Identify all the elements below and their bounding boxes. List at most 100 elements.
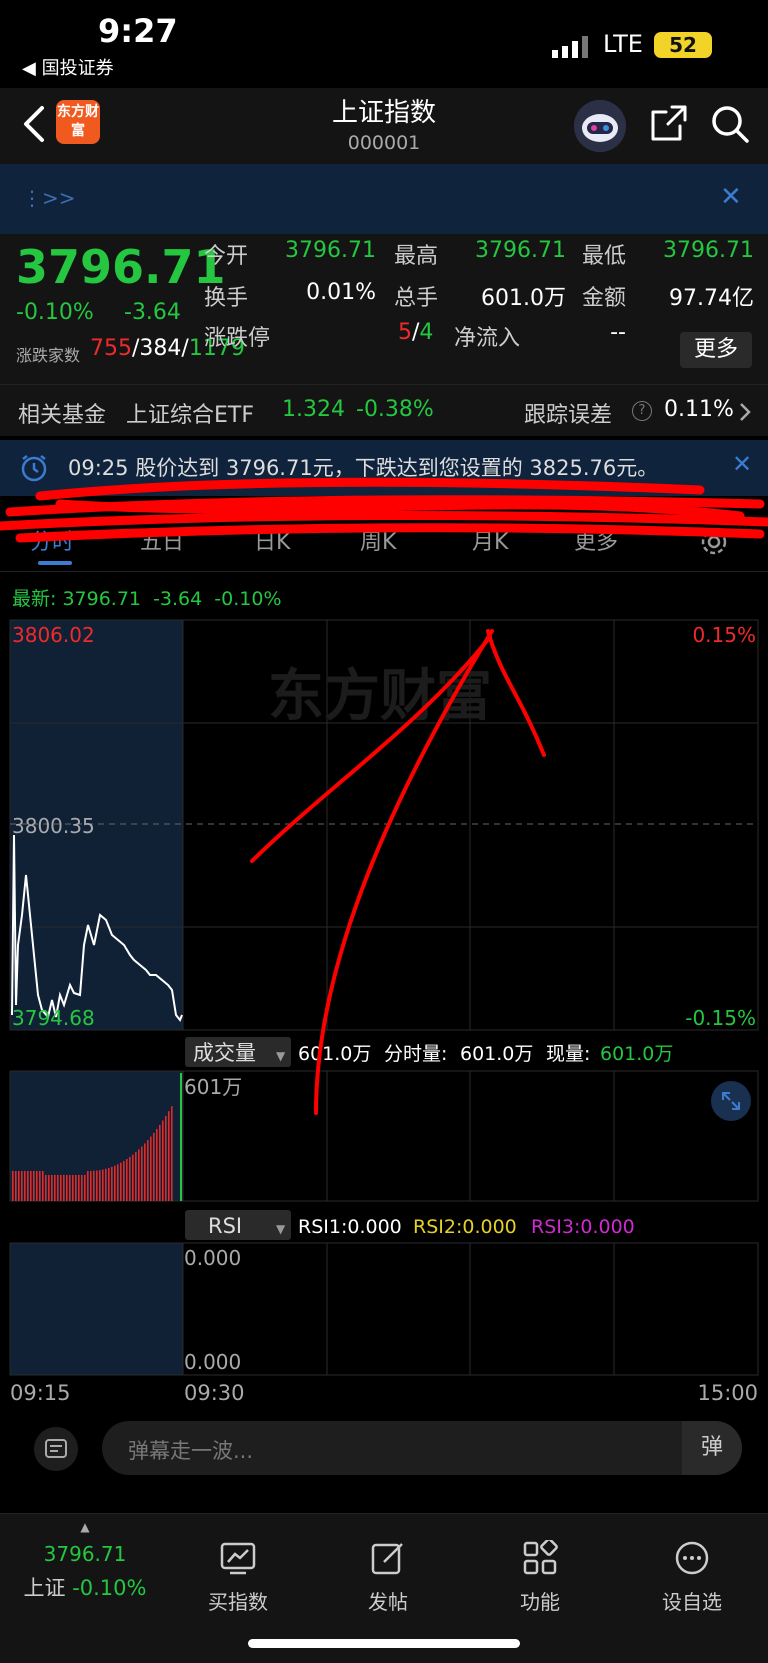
- index-name: 上证: [23, 1576, 66, 1600]
- volume-bar: [15, 1171, 17, 1201]
- intraday-chart[interactable]: 东方财富 3806.02 3800.35 3794.68 0.15% -0.15…: [0, 615, 768, 1405]
- period-volume: 601.0万: [460, 1043, 533, 1065]
- rsi-bottom-label: 0.000: [184, 1350, 241, 1374]
- more-button[interactable]: 更多: [680, 332, 752, 368]
- volume-bar: [135, 1152, 137, 1201]
- nav-label: 设自选: [662, 1590, 722, 1614]
- volume-bar: [105, 1168, 107, 1201]
- ad-banner[interactable]: ⋮>> ✕: [0, 164, 768, 234]
- volume-bar: [156, 1128, 158, 1201]
- volume-bar: [93, 1170, 95, 1201]
- last-price: 3796.71: [16, 240, 226, 294]
- volume-bar: [21, 1171, 23, 1201]
- latest-percent: -0.10%: [214, 588, 282, 610]
- volume-bar: [27, 1171, 29, 1201]
- netflow-label: 净流入: [454, 326, 521, 351]
- up-count: 755: [90, 336, 132, 361]
- pct-axis-max: 0.15%: [692, 623, 756, 647]
- volume-summary: 601.0万: [298, 1043, 371, 1065]
- nav-label: 买指数: [208, 1590, 268, 1614]
- tracking-error-label: 跟踪误差: [524, 403, 613, 428]
- volume-bar: [18, 1171, 20, 1201]
- comment-list-icon[interactable]: [34, 1427, 78, 1471]
- rsi-pre-market-shade: [10, 1243, 183, 1375]
- danmu-toggle-button[interactable]: 弹: [682, 1421, 742, 1475]
- volume-bar: [57, 1175, 59, 1201]
- more-dots-icon: [675, 1541, 709, 1575]
- nav-label: 功能: [520, 1590, 560, 1614]
- comment-input[interactable]: 弹幕走一波... 弹: [102, 1421, 742, 1475]
- limit-down-count: 4: [419, 320, 434, 345]
- volume-bar: [132, 1154, 134, 1201]
- volume-bar: [120, 1162, 122, 1201]
- volume-bar: [51, 1175, 53, 1201]
- edit-icon: [371, 1543, 403, 1575]
- period-volume-label: 分时量:: [384, 1043, 447, 1065]
- volume-bar: [81, 1175, 83, 1201]
- volume-bar: [72, 1175, 74, 1201]
- volume-selector-label: 成交量: [193, 1041, 256, 1065]
- nav-functions[interactable]: 功能: [480, 1538, 600, 1615]
- nav-buy-index[interactable]: 买指数: [178, 1540, 298, 1615]
- quote-panel: 3796.71 -0.10% -3.64 今开 3796.71 最高 3796.…: [0, 234, 768, 436]
- rsi-selector-label: RSI: [208, 1214, 242, 1238]
- latest-change: -3.64: [153, 588, 203, 610]
- nav-add-watchlist[interactable]: 设自选: [632, 1540, 752, 1615]
- time-end-label: 15:00: [697, 1381, 758, 1405]
- close-icon[interactable]: ✕: [720, 182, 742, 212]
- active-tab-indicator: [38, 561, 72, 565]
- volume-bar: [102, 1169, 104, 1201]
- tracking-error-value: 0.11%: [664, 397, 734, 422]
- volume-bar: [168, 1111, 170, 1201]
- amount-value: 97.74亿: [669, 286, 754, 311]
- volume-bar: [117, 1164, 119, 1201]
- related-fund-row[interactable]: 相关基金 上证综合ETF 1.324 -0.38% 跟踪误差 ? 0.11%: [0, 384, 768, 436]
- volume-bar: [45, 1175, 47, 1201]
- grid-icon: [523, 1538, 558, 1575]
- back-to-app-link[interactable]: ◀ 国投证券: [22, 54, 114, 80]
- y-axis-mid: 3800.35: [12, 814, 95, 838]
- volume-bar: [147, 1140, 149, 1201]
- turnover-value: 0.01%: [306, 280, 376, 305]
- volume-bar: [141, 1146, 143, 1201]
- nav-label: 发帖: [368, 1590, 408, 1614]
- volume-bar: [39, 1171, 41, 1201]
- volume-bar: [99, 1170, 101, 1201]
- volume-bar: [33, 1171, 35, 1201]
- volume-bar: [180, 1073, 182, 1201]
- assistant-robot-icon[interactable]: [574, 100, 626, 152]
- time-open-label: 09:30: [184, 1381, 245, 1405]
- battery-icon: 52: [654, 32, 712, 58]
- rsi3-value: RSI3:0.000: [531, 1216, 635, 1238]
- nav-post[interactable]: 发帖: [328, 1540, 448, 1615]
- volume-bar: [12, 1171, 14, 1201]
- change-value: -3.64: [124, 300, 181, 325]
- rsi-top-label: 0.000: [184, 1246, 241, 1270]
- volume-bar: [165, 1115, 167, 1201]
- share-icon[interactable]: [650, 104, 688, 142]
- volume-bar: [78, 1175, 80, 1201]
- volume-max-label: 601万: [184, 1075, 242, 1099]
- dropdown-caret-icon: ▼: [276, 1049, 286, 1063]
- volume-bar: [63, 1175, 65, 1201]
- help-icon[interactable]: ?: [632, 401, 652, 421]
- turnover-label: 换手: [204, 286, 249, 311]
- netflow-value: --: [610, 320, 626, 345]
- chevron-right-icon: [740, 403, 751, 421]
- amount-label: 金额: [582, 286, 627, 311]
- search-icon[interactable]: [710, 104, 750, 144]
- comment-placeholder: 弹幕走一波...: [128, 1439, 254, 1463]
- volume-bar: [159, 1124, 161, 1201]
- breadth-label: 涨跌家数: [16, 346, 81, 365]
- volume-bar: [48, 1175, 50, 1201]
- volume-label: 总手: [394, 286, 439, 311]
- y-axis-max: 3806.02: [12, 623, 95, 647]
- index-price: 3796.71: [43, 1542, 127, 1566]
- dropdown-caret-icon: ▼: [276, 1222, 286, 1236]
- clock: 9:27: [98, 12, 178, 50]
- rsi1-value: RSI1:0.000: [298, 1216, 402, 1238]
- index-ticker[interactable]: ▲ 3796.71 上证 -0.10%: [10, 1520, 160, 1602]
- fund-label: 相关基金: [18, 403, 107, 428]
- expand-icon[interactable]: [711, 1081, 751, 1121]
- low-value: 3796.71: [663, 238, 754, 263]
